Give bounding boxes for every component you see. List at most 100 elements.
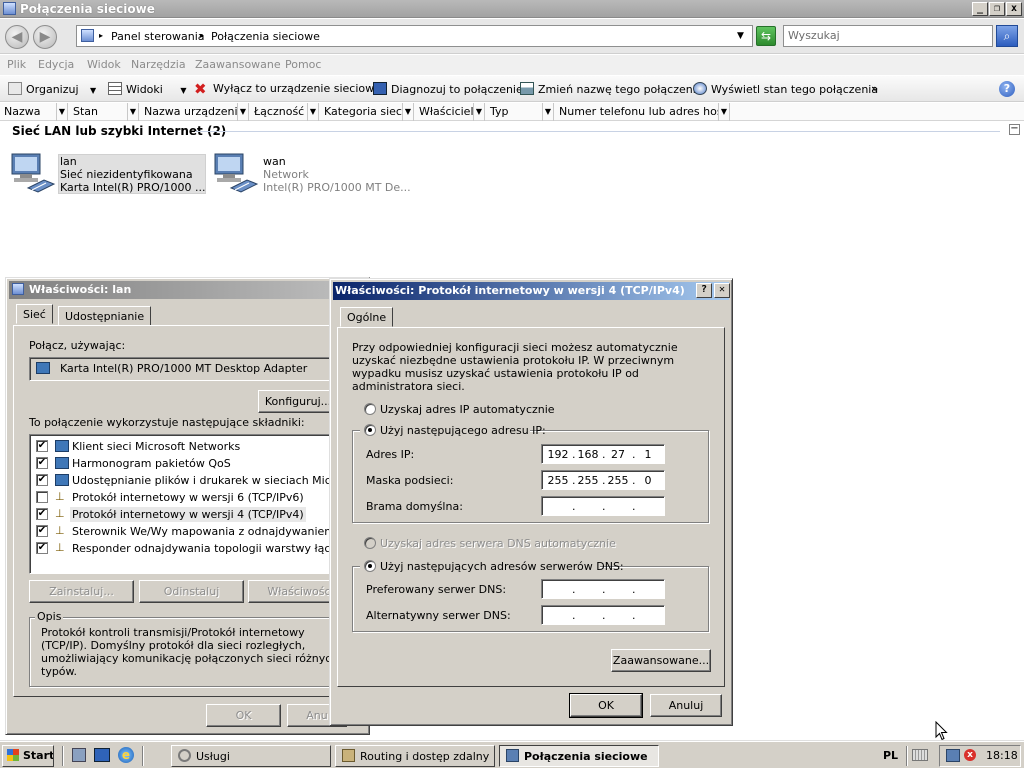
diagnose-button[interactable]: Diagnozuj to połączenie <box>373 82 523 96</box>
manual-ip-label[interactable]: Użyj następującego adresu IP: <box>380 424 546 437</box>
column-owner[interactable]: Właściciel <box>415 103 474 121</box>
column-name[interactable]: Nazwa <box>0 103 57 121</box>
ip-address-input[interactable]: 192. 168. 27. 1 <box>541 444 665 464</box>
search-icon[interactable]: ⌕ <box>996 25 1018 47</box>
checkbox[interactable]: ✔ <box>36 508 48 520</box>
organize-button[interactable]: Organizuj ▼ <box>8 82 96 96</box>
window-titlebar[interactable]: Połączenia sieciowe _ ❐ x <box>0 0 1024 18</box>
close-button[interactable]: ✕ <box>714 283 730 298</box>
uninstall-button[interactable]: Odinstaluj <box>139 580 244 603</box>
list-item[interactable]: ⊥ Protokół internetowy w wersji 6 (TCP/I… <box>36 490 336 506</box>
chevron-right-icon[interactable]: ▸ <box>99 31 103 40</box>
tab-network[interactable]: Sieć <box>16 304 53 324</box>
manual-ip-radio[interactable] <box>364 424 376 436</box>
list-item[interactable]: ✔ ⊥ Protokół internetowy w wersji 4 (TCP… <box>36 507 336 523</box>
network-status-icon[interactable] <box>946 749 960 762</box>
help-icon[interactable]: ? <box>999 81 1015 97</box>
ok-button[interactable]: OK <box>569 693 643 718</box>
menu-advanced[interactable]: Zaawansowane <box>195 58 281 71</box>
task-network-connections[interactable]: Połączenia sieciowe <box>499 745 659 767</box>
column-phone-or-host[interactable]: Numer telefonu lub adres hosta <box>555 103 719 121</box>
list-item[interactable]: ✔ Klient sieci Microsoft Networks <box>36 439 336 455</box>
auto-dns-label[interactable]: Uzyskaj adres serwera DNS automatycznie <box>380 537 616 550</box>
address-dropdown-icon[interactable]: ▼ <box>737 31 744 41</box>
collapse-group-button[interactable]: − <box>1009 124 1020 135</box>
chevron-down-icon[interactable]: ▼ <box>474 103 485 121</box>
view-status-button[interactable]: Wyświetl stan tego połączenia <box>693 82 878 96</box>
checkbox[interactable]: ✔ <box>36 474 48 486</box>
toolbar-overflow-button[interactable]: » <box>871 82 878 95</box>
forward-button[interactable]: ▶ <box>33 25 57 49</box>
manual-dns-radio[interactable] <box>364 560 376 572</box>
auto-dns-radio[interactable] <box>364 537 376 549</box>
minimize-button[interactable]: _ <box>972 2 988 16</box>
list-item[interactable]: ✔ ⊥ Sterownik We/Wy mapowania z odnajdyw… <box>36 524 373 540</box>
language-indicator[interactable]: PL <box>883 749 898 762</box>
preferred-dns-input[interactable]: . . . <box>541 579 665 599</box>
chevron-down-icon[interactable]: ▼ <box>238 103 249 121</box>
checkbox[interactable]: ✔ <box>36 542 48 554</box>
auto-ip-radio[interactable] <box>364 403 376 415</box>
dialog-titlebar[interactable]: Właściwości: lan <box>9 281 366 299</box>
checkbox[interactable]: ✔ <box>36 457 48 469</box>
breadcrumb-network-connections[interactable]: Połączenia sieciowe <box>211 30 320 43</box>
connection-item-lan[interactable]: lan Sieć niezidentyfikowana Karta Intel(… <box>8 150 206 198</box>
menu-view[interactable]: Widok <box>87 58 121 71</box>
list-item[interactable]: ✔ Harmonogram pakietów QoS <box>36 456 336 472</box>
menu-help[interactable]: Pomoc <box>285 58 321 71</box>
help-button[interactable]: ? <box>696 283 712 298</box>
back-button[interactable]: ◀ <box>5 25 29 49</box>
chevron-down-icon[interactable]: ▼ <box>543 103 554 121</box>
restore-button[interactable]: ❐ <box>989 2 1005 16</box>
column-connectivity[interactable]: Łączność <box>250 103 308 121</box>
volume-muted-icon[interactable]: x <box>964 749 976 761</box>
list-item[interactable]: ✔ Udostępnianie plików i drukarek w siec… <box>36 473 374 489</box>
search-input[interactable]: Wyszukaj <box>783 25 993 47</box>
refresh-button[interactable]: ⇆ <box>756 26 776 46</box>
connection-item-wan[interactable]: wan Network Intel(R) PRO/1000 MT De... <box>211 150 411 198</box>
breadcrumb-control-panel[interactable]: Panel sterowania <box>111 30 205 43</box>
internet-explorer-icon[interactable]: e <box>118 747 134 763</box>
advanced-button[interactable]: Zaawansowane... <box>611 649 711 672</box>
menu-file[interactable]: Plik <box>7 58 26 71</box>
chevron-down-icon[interactable]: ▼ <box>128 103 139 121</box>
chevron-down-icon[interactable]: ▼ <box>403 103 414 121</box>
server-manager-icon[interactable] <box>72 748 86 762</box>
column-network-category[interactable]: Kategoria sieci <box>320 103 403 121</box>
rename-button[interactable]: Zmień nazwę tego połączenia <box>520 82 703 96</box>
start-button[interactable]: Start <box>2 745 54 767</box>
ok-button[interactable]: OK <box>206 704 281 727</box>
keyboard-icon[interactable] <box>912 749 928 761</box>
alternate-dns-input[interactable]: . . . <box>541 605 665 625</box>
clock[interactable]: 18:18 <box>986 749 1018 762</box>
checkbox[interactable] <box>36 491 48 503</box>
column-device-name[interactable]: Nazwa urządzenia <box>140 103 238 121</box>
gateway-input[interactable]: . . . <box>541 496 665 516</box>
list-item[interactable]: ✔ ⊥ Responder odnajdywania topologii war… <box>36 541 343 557</box>
tab-general[interactable]: Ogólne <box>340 307 394 327</box>
dialog-titlebar[interactable]: Właściwości: Protokół internetowy w wers… <box>333 282 730 300</box>
cancel-button[interactable]: Anuluj <box>650 694 722 717</box>
task-routing[interactable]: Routing i dostęp zdalny <box>335 745 495 767</box>
task-services[interactable]: Usługi <box>171 745 331 767</box>
checkbox[interactable]: ✔ <box>36 525 48 537</box>
show-desktop-icon[interactable] <box>94 748 110 762</box>
subnet-mask-input[interactable]: 255. 255. 255. 0 <box>541 470 665 490</box>
menu-tools[interactable]: Narzędzia <box>131 58 186 71</box>
checkbox[interactable]: ✔ <box>36 440 48 452</box>
chevron-right-icon[interactable]: ▸ <box>200 31 204 40</box>
address-input[interactable]: ▸ Panel sterowania ▸ Połączenia sieciowe… <box>76 25 753 47</box>
views-button[interactable]: Widoki ▼ <box>108 82 187 96</box>
manual-dns-label[interactable]: Użyj następujących adresów serwerów DNS: <box>380 560 624 573</box>
configure-button[interactable]: Konfiguruj... <box>258 390 338 413</box>
disable-device-button[interactable]: ✖ Wyłącz to urządzenie sieciowe <box>194 82 381 97</box>
tab-sharing[interactable]: Udostępnianie <box>58 306 152 326</box>
close-button[interactable]: x <box>1006 2 1022 16</box>
column-status[interactable]: Stan <box>69 103 128 121</box>
chevron-down-icon[interactable]: ▼ <box>57 103 68 121</box>
components-list[interactable]: ✔ Klient sieci Microsoft Networks ✔ Harm… <box>29 434 374 574</box>
column-type[interactable]: Typ <box>486 103 543 121</box>
menu-edit[interactable]: Edycja <box>38 58 74 71</box>
auto-ip-label[interactable]: Uzyskaj adres IP automatycznie <box>380 403 555 416</box>
chevron-down-icon[interactable]: ▼ <box>308 103 319 121</box>
